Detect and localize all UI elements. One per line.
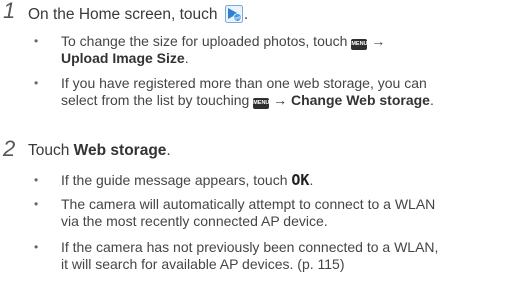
bullet-dot: • xyxy=(34,34,39,48)
svg-text:wifi: wifi xyxy=(234,15,241,20)
bullet-dot: • xyxy=(34,76,39,90)
step-heading: On the Home screen, touch wifi . xyxy=(28,4,249,24)
bullet-text: If the camera has not previously been co… xyxy=(61,239,439,272)
bullet-dot: • xyxy=(34,197,39,211)
bullet-text: If you have registered more than one web… xyxy=(61,75,434,109)
ok-label: OK xyxy=(291,171,310,189)
step-number: 2 xyxy=(3,136,16,161)
bullet-text: The camera will automatically attempt to… xyxy=(61,196,436,229)
bullet-text: To change the size for uploaded photos, … xyxy=(61,33,386,66)
step-number: 1 xyxy=(3,0,16,23)
step-heading: Touch Web storage. xyxy=(28,142,171,159)
menu-key-icon: MENU xyxy=(253,98,269,109)
share-upload-icon: wifi xyxy=(224,4,244,24)
bullet-dot: • xyxy=(34,173,39,187)
bullet-text: If the guide message appears, touch OK. xyxy=(61,171,314,189)
menu-key-icon: MENU xyxy=(351,39,368,50)
bullet-dot: • xyxy=(34,240,39,254)
